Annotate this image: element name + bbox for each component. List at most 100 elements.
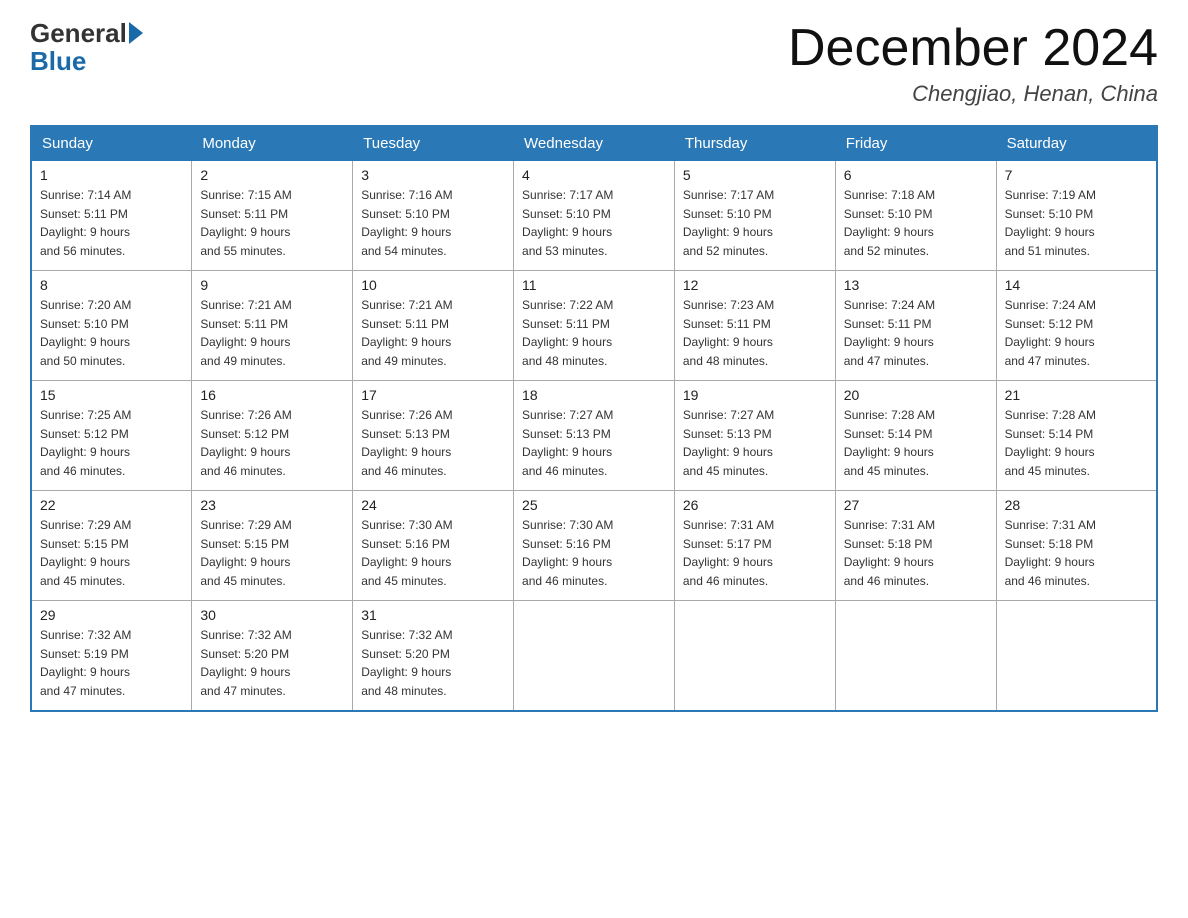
day-number: 2 bbox=[200, 167, 344, 183]
header-friday: Friday bbox=[835, 126, 996, 161]
day-number: 21 bbox=[1005, 387, 1148, 403]
day-cell: 9 Sunrise: 7:21 AMSunset: 5:11 PMDaylight… bbox=[192, 271, 353, 381]
day-info: Sunrise: 7:27 AMSunset: 5:13 PMDaylight:… bbox=[522, 406, 666, 480]
day-info: Sunrise: 7:25 AMSunset: 5:12 PMDaylight:… bbox=[40, 406, 183, 480]
logo: General Blue bbox=[30, 20, 145, 77]
week-row-4: 22 Sunrise: 7:29 AMSunset: 5:15 PMDayligh… bbox=[31, 491, 1157, 601]
day-info: Sunrise: 7:31 AMSunset: 5:18 PMDaylight:… bbox=[1005, 516, 1148, 590]
header-saturday: Saturday bbox=[996, 126, 1157, 161]
day-number: 31 bbox=[361, 607, 505, 623]
day-number: 9 bbox=[200, 277, 344, 293]
day-cell: 28 Sunrise: 7:31 AMSunset: 5:18 PMDayligh… bbox=[996, 491, 1157, 601]
location-text: Chengjiao, Henan, China bbox=[788, 81, 1158, 107]
day-number: 5 bbox=[683, 167, 827, 183]
day-cell: 2 Sunrise: 7:15 AMSunset: 5:11 PMDaylight… bbox=[192, 161, 353, 271]
day-number: 24 bbox=[361, 497, 505, 513]
week-row-2: 8Sunrise: 7:20 AMSunset: 5:10 PMDaylight… bbox=[31, 271, 1157, 381]
day-number: 28 bbox=[1005, 497, 1148, 513]
week-row-1: 1Sunrise: 7:14 AMSunset: 5:11 PMDaylight… bbox=[31, 161, 1157, 271]
day-info: Sunrise: 7:17 AMSunset: 5:10 PMDaylight:… bbox=[683, 186, 827, 260]
page-header: General Blue December 2024 Chengjiao, He… bbox=[30, 20, 1158, 107]
day-cell: 7Sunrise: 7:19 AMSunset: 5:10 PMDaylight… bbox=[996, 161, 1157, 271]
day-info: Sunrise: 7:23 AMSunset: 5:11 PMDaylight:… bbox=[683, 296, 827, 370]
day-info: Sunrise: 7:22 AMSunset: 5:11 PMDaylight:… bbox=[522, 296, 666, 370]
day-info: Sunrise: 7:24 AMSunset: 5:12 PMDaylight:… bbox=[1005, 296, 1148, 370]
day-number: 12 bbox=[683, 277, 827, 293]
day-info: Sunrise: 7:30 AMSunset: 5:16 PMDaylight:… bbox=[361, 516, 505, 590]
day-cell: 18 Sunrise: 7:27 AMSunset: 5:13 PMDayligh… bbox=[514, 381, 675, 491]
day-number: 3 bbox=[361, 167, 505, 183]
day-number: 13 bbox=[844, 277, 988, 293]
day-number: 20 bbox=[844, 387, 988, 403]
day-cell: 19Sunrise: 7:27 AMSunset: 5:13 PMDayligh… bbox=[674, 381, 835, 491]
day-number: 29 bbox=[40, 607, 183, 623]
day-cell: 23Sunrise: 7:29 AMSunset: 5:15 PMDayligh… bbox=[192, 491, 353, 601]
week-row-3: 15 Sunrise: 7:25 AMSunset: 5:12 PMDayligh… bbox=[31, 381, 1157, 491]
day-info: Sunrise: 7:32 AMSunset: 5:20 PMDaylight:… bbox=[200, 626, 344, 700]
day-number: 6 bbox=[844, 167, 988, 183]
day-cell: 10 Sunrise: 7:21 AMSunset: 5:11 PMDayligh… bbox=[353, 271, 514, 381]
day-number: 10 bbox=[361, 277, 505, 293]
calendar-body: 1Sunrise: 7:14 AMSunset: 5:11 PMDaylight… bbox=[31, 161, 1157, 711]
day-cell: 17 Sunrise: 7:26 AMSunset: 5:13 PMDayligh… bbox=[353, 381, 514, 491]
header-sunday: Sunday bbox=[31, 126, 192, 161]
day-cell: 26Sunrise: 7:31 AMSunset: 5:17 PMDayligh… bbox=[674, 491, 835, 601]
day-info: Sunrise: 7:29 AMSunset: 5:15 PMDaylight:… bbox=[40, 516, 183, 590]
day-number: 22 bbox=[40, 497, 183, 513]
day-info: Sunrise: 7:20 AMSunset: 5:10 PMDaylight:… bbox=[40, 296, 183, 370]
day-cell: 5 Sunrise: 7:17 AMSunset: 5:10 PMDaylight… bbox=[674, 161, 835, 271]
day-info: Sunrise: 7:15 AMSunset: 5:11 PMDaylight:… bbox=[200, 186, 344, 260]
day-cell: 3 Sunrise: 7:16 AMSunset: 5:10 PMDaylight… bbox=[353, 161, 514, 271]
day-info: Sunrise: 7:26 AMSunset: 5:12 PMDaylight:… bbox=[200, 406, 344, 480]
day-number: 23 bbox=[200, 497, 344, 513]
day-info: Sunrise: 7:26 AMSunset: 5:13 PMDaylight:… bbox=[361, 406, 505, 480]
logo-blue-text: Blue bbox=[30, 46, 86, 77]
day-cell: 30 Sunrise: 7:32 AMSunset: 5:20 PMDayligh… bbox=[192, 601, 353, 711]
day-cell: 27 Sunrise: 7:31 AMSunset: 5:18 PMDayligh… bbox=[835, 491, 996, 601]
day-info: Sunrise: 7:31 AMSunset: 5:18 PMDaylight:… bbox=[844, 516, 988, 590]
day-cell: 1Sunrise: 7:14 AMSunset: 5:11 PMDaylight… bbox=[31, 161, 192, 271]
day-cell: 13Sunrise: 7:24 AMSunset: 5:11 PMDayligh… bbox=[835, 271, 996, 381]
day-cell: 6 Sunrise: 7:18 AMSunset: 5:10 PMDaylight… bbox=[835, 161, 996, 271]
day-cell: 16 Sunrise: 7:26 AMSunset: 5:12 PMDayligh… bbox=[192, 381, 353, 491]
day-cell: 21 Sunrise: 7:28 AMSunset: 5:14 PMDayligh… bbox=[996, 381, 1157, 491]
day-number: 30 bbox=[200, 607, 344, 623]
day-info: Sunrise: 7:18 AMSunset: 5:10 PMDaylight:… bbox=[844, 186, 988, 260]
header-wednesday: Wednesday bbox=[514, 126, 675, 161]
calendar-table: SundayMondayTuesdayWednesdayThursdayFrid… bbox=[30, 125, 1158, 712]
day-info: Sunrise: 7:32 AMSunset: 5:20 PMDaylight:… bbox=[361, 626, 505, 700]
day-info: Sunrise: 7:17 AMSunset: 5:10 PMDaylight:… bbox=[522, 186, 666, 260]
day-number: 14 bbox=[1005, 277, 1148, 293]
header-monday: Monday bbox=[192, 126, 353, 161]
day-info: Sunrise: 7:14 AMSunset: 5:11 PMDaylight:… bbox=[40, 186, 183, 260]
day-info: Sunrise: 7:16 AMSunset: 5:10 PMDaylight:… bbox=[361, 186, 505, 260]
header-row: SundayMondayTuesdayWednesdayThursdayFrid… bbox=[31, 126, 1157, 161]
day-number: 25 bbox=[522, 497, 666, 513]
day-cell: 14 Sunrise: 7:24 AMSunset: 5:12 PMDayligh… bbox=[996, 271, 1157, 381]
day-number: 27 bbox=[844, 497, 988, 513]
day-cell: 29 Sunrise: 7:32 AMSunset: 5:19 PMDayligh… bbox=[31, 601, 192, 711]
day-number: 17 bbox=[361, 387, 505, 403]
logo-arrow-icon bbox=[129, 22, 143, 44]
day-cell: 25Sunrise: 7:30 AMSunset: 5:16 PMDayligh… bbox=[514, 491, 675, 601]
month-title: December 2024 bbox=[788, 20, 1158, 77]
day-cell: 24 Sunrise: 7:30 AMSunset: 5:16 PMDayligh… bbox=[353, 491, 514, 601]
day-cell: 4 Sunrise: 7:17 AMSunset: 5:10 PMDaylight… bbox=[514, 161, 675, 271]
day-cell: 22 Sunrise: 7:29 AMSunset: 5:15 PMDayligh… bbox=[31, 491, 192, 601]
day-info: Sunrise: 7:32 AMSunset: 5:19 PMDaylight:… bbox=[40, 626, 183, 700]
day-number: 18 bbox=[522, 387, 666, 403]
day-info: Sunrise: 7:21 AMSunset: 5:11 PMDaylight:… bbox=[361, 296, 505, 370]
day-info: Sunrise: 7:27 AMSunset: 5:13 PMDaylight:… bbox=[683, 406, 827, 480]
title-block: December 2024 Chengjiao, Henan, China bbox=[788, 20, 1158, 107]
day-cell: 11Sunrise: 7:22 AMSunset: 5:11 PMDayligh… bbox=[514, 271, 675, 381]
header-tuesday: Tuesday bbox=[353, 126, 514, 161]
day-number: 7 bbox=[1005, 167, 1148, 183]
week-row-5: 29 Sunrise: 7:32 AMSunset: 5:19 PMDayligh… bbox=[31, 601, 1157, 711]
day-number: 26 bbox=[683, 497, 827, 513]
day-info: Sunrise: 7:21 AMSunset: 5:11 PMDaylight:… bbox=[200, 296, 344, 370]
day-number: 16 bbox=[200, 387, 344, 403]
calendar-header: SundayMondayTuesdayWednesdayThursdayFrid… bbox=[31, 126, 1157, 161]
day-number: 4 bbox=[522, 167, 666, 183]
day-number: 15 bbox=[40, 387, 183, 403]
day-info: Sunrise: 7:28 AMSunset: 5:14 PMDaylight:… bbox=[1005, 406, 1148, 480]
